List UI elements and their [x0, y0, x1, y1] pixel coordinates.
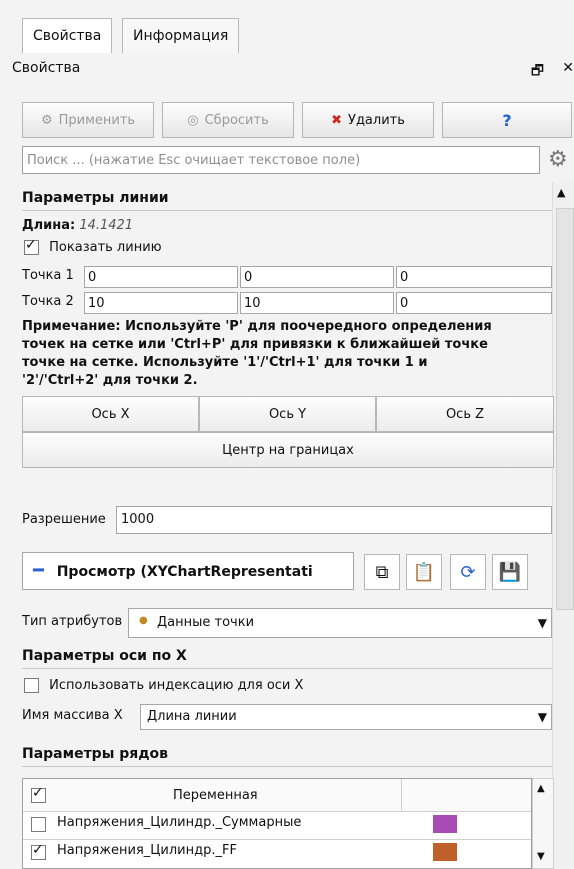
settings-gear-icon[interactable]: ⚙	[548, 146, 572, 174]
row-variable-name: Напряжения_Цилиндр._Суммарные	[57, 815, 302, 830]
array-name-label: Имя массива X	[22, 708, 123, 723]
delete-icon: ✖	[331, 112, 343, 128]
point1-y-input[interactable]: 0	[240, 266, 394, 288]
array-name-select[interactable]: Длина линии ▼	[140, 704, 552, 730]
color-swatch[interactable]	[433, 815, 457, 833]
color-swatch[interactable]	[433, 843, 457, 861]
refresh-icon[interactable]: ⟳	[450, 554, 486, 590]
chevron-down-icon: ▼	[537, 616, 547, 630]
help-button[interactable]: ?	[442, 102, 572, 138]
save-icon[interactable]: 💾	[492, 554, 528, 590]
use-index-checkbox[interactable]	[24, 678, 39, 693]
row-checkbox[interactable]	[31, 817, 46, 832]
scroll-thumb[interactable]	[556, 208, 574, 610]
apply-label: Применить	[58, 112, 136, 128]
search-placeholder: Поиск ... (нажатие Esc очищает текстовое…	[27, 153, 361, 168]
length-row: Длина: 14.1421	[22, 218, 133, 233]
table-scroll-down-icon[interactable]: ▼	[537, 851, 545, 862]
row-checkbox[interactable]	[31, 842, 46, 860]
x-axis-params-title: Параметры оси по X	[22, 648, 187, 664]
attr-type-select[interactable]: ● Данные точки ▼	[128, 608, 552, 638]
note-text: Примечание: Используйте 'P' для поочеред…	[22, 318, 552, 390]
line-params-title: Параметры линии	[22, 190, 169, 206]
table-row[interactable]: Напряжения_Цилиндр._Суммарные	[23, 811, 531, 840]
axis-y-label: Ось Y	[268, 406, 307, 422]
point2-x-input[interactable]: 10	[84, 292, 238, 314]
point2-y-input[interactable]: 10	[240, 292, 394, 314]
point2-z-input[interactable]: 0	[396, 292, 552, 314]
series-table: Переменная Напряжения_Цилиндр._Суммарные…	[22, 778, 532, 869]
axis-x-button[interactable]: Ось X	[22, 396, 199, 432]
note-line-4: '2'/'Ctrl+2' для точки 2.	[22, 373, 198, 388]
action-buttons: ⚙ Применить ◎ Сбросить ✖ Удалить ?	[22, 102, 572, 138]
use-index-label: Использовать индексацию для оси X	[49, 678, 304, 693]
attr-type-label: Тип атрибутов	[22, 614, 123, 629]
view-label: Просмотр (XYChartRepresentati	[56, 564, 313, 580]
header-divider	[401, 779, 402, 811]
section-divider	[22, 210, 552, 211]
resolution-input[interactable]: 1000	[116, 506, 552, 534]
section-divider	[22, 668, 552, 669]
tab-bar: Свойства Информация	[0, 0, 574, 60]
table-scroll-up-icon[interactable]: ▲	[537, 783, 545, 794]
reset-icon: ◎	[187, 112, 199, 128]
panel-title: Свойства	[12, 60, 81, 76]
tab-information-label: Информация	[133, 28, 229, 44]
center-on-bounds-button[interactable]: Центр на границах	[22, 432, 554, 468]
series-header-row: Переменная	[23, 779, 531, 811]
reset-button[interactable]: ◎ Сбросить	[162, 102, 294, 138]
float-icon[interactable]: 🗗	[531, 60, 544, 84]
point1-z-input[interactable]: 0	[396, 266, 552, 288]
reset-label: Сбросить	[204, 112, 269, 128]
content-scrollbar[interactable]: ▲	[552, 182, 574, 867]
length-value: 14.1421	[79, 218, 134, 233]
copy-icon[interactable]: ⧉	[364, 554, 400, 590]
axis-z-button[interactable]: Ось Z	[376, 396, 554, 432]
scroll-up-arrow-icon[interactable]: ▲	[557, 186, 565, 199]
search-input[interactable]: Поиск ... (нажатие Esc очищает текстовое…	[22, 146, 540, 174]
help-icon: ?	[502, 110, 512, 130]
series-params-title: Параметры рядов	[22, 746, 169, 762]
minus-icon: ━	[33, 560, 44, 581]
table-row[interactable]: Напряжения_Цилиндр._FF	[23, 839, 531, 868]
row-variable-name: Напряжения_Цилиндр._FF	[57, 843, 237, 858]
section-divider	[22, 766, 552, 767]
note-line-2: точек на сетке или 'Ctrl+P' для привязки…	[22, 337, 488, 352]
paste-icon[interactable]: 📋	[406, 554, 442, 590]
header-variable-label: Переменная	[173, 788, 258, 803]
length-label: Длина:	[22, 218, 76, 233]
point1-x-input[interactable]: 0	[84, 266, 238, 288]
view-selector[interactable]: ━ Просмотр (XYChartRepresentati	[22, 552, 354, 590]
show-line-label: Показать линию	[49, 240, 162, 255]
chevron-down-icon: ▼	[537, 710, 547, 724]
note-line-3: точке на сетке. Используйте '1'/'Ctrl+1'…	[22, 355, 428, 370]
point1-label: Точка 1	[22, 268, 74, 283]
delete-label: Удалить	[348, 112, 405, 128]
show-line-checkbox[interactable]	[24, 237, 39, 255]
resolution-label: Разрешение	[22, 512, 106, 527]
tab-properties[interactable]: Свойства	[22, 18, 113, 53]
show-line-row[interactable]: Показать линию	[24, 237, 162, 255]
note-line-1: Примечание: Используйте 'P' для поочеред…	[22, 319, 492, 334]
array-name-value: Длина линии	[147, 709, 237, 724]
use-index-row[interactable]: Использовать индексацию для оси X	[24, 678, 303, 693]
close-icon[interactable]: ✕	[562, 60, 574, 76]
tab-information[interactable]: Информация	[122, 18, 240, 53]
attr-type-value: Данные точки	[157, 615, 255, 630]
select-all-checkbox[interactable]	[31, 785, 46, 803]
delete-button[interactable]: ✖ Удалить	[302, 102, 434, 138]
center-on-bounds-label: Центр на границах	[222, 442, 354, 458]
properties-content: Параметры линии Длина: 14.1421 Показать …	[22, 182, 554, 869]
apply-button[interactable]: ⚙ Применить	[22, 102, 154, 138]
axis-z-label: Ось Z	[445, 406, 485, 422]
apply-icon: ⚙	[40, 112, 53, 128]
axis-y-button[interactable]: Ось Y	[199, 396, 376, 432]
point2-label: Точка 2	[22, 294, 74, 309]
point-data-icon: ●	[139, 615, 148, 626]
table-scrollbar[interactable]: ▲ ▼	[532, 778, 554, 869]
axis-x-label: Ось X	[91, 406, 130, 422]
tab-properties-label: Свойства	[33, 28, 102, 44]
